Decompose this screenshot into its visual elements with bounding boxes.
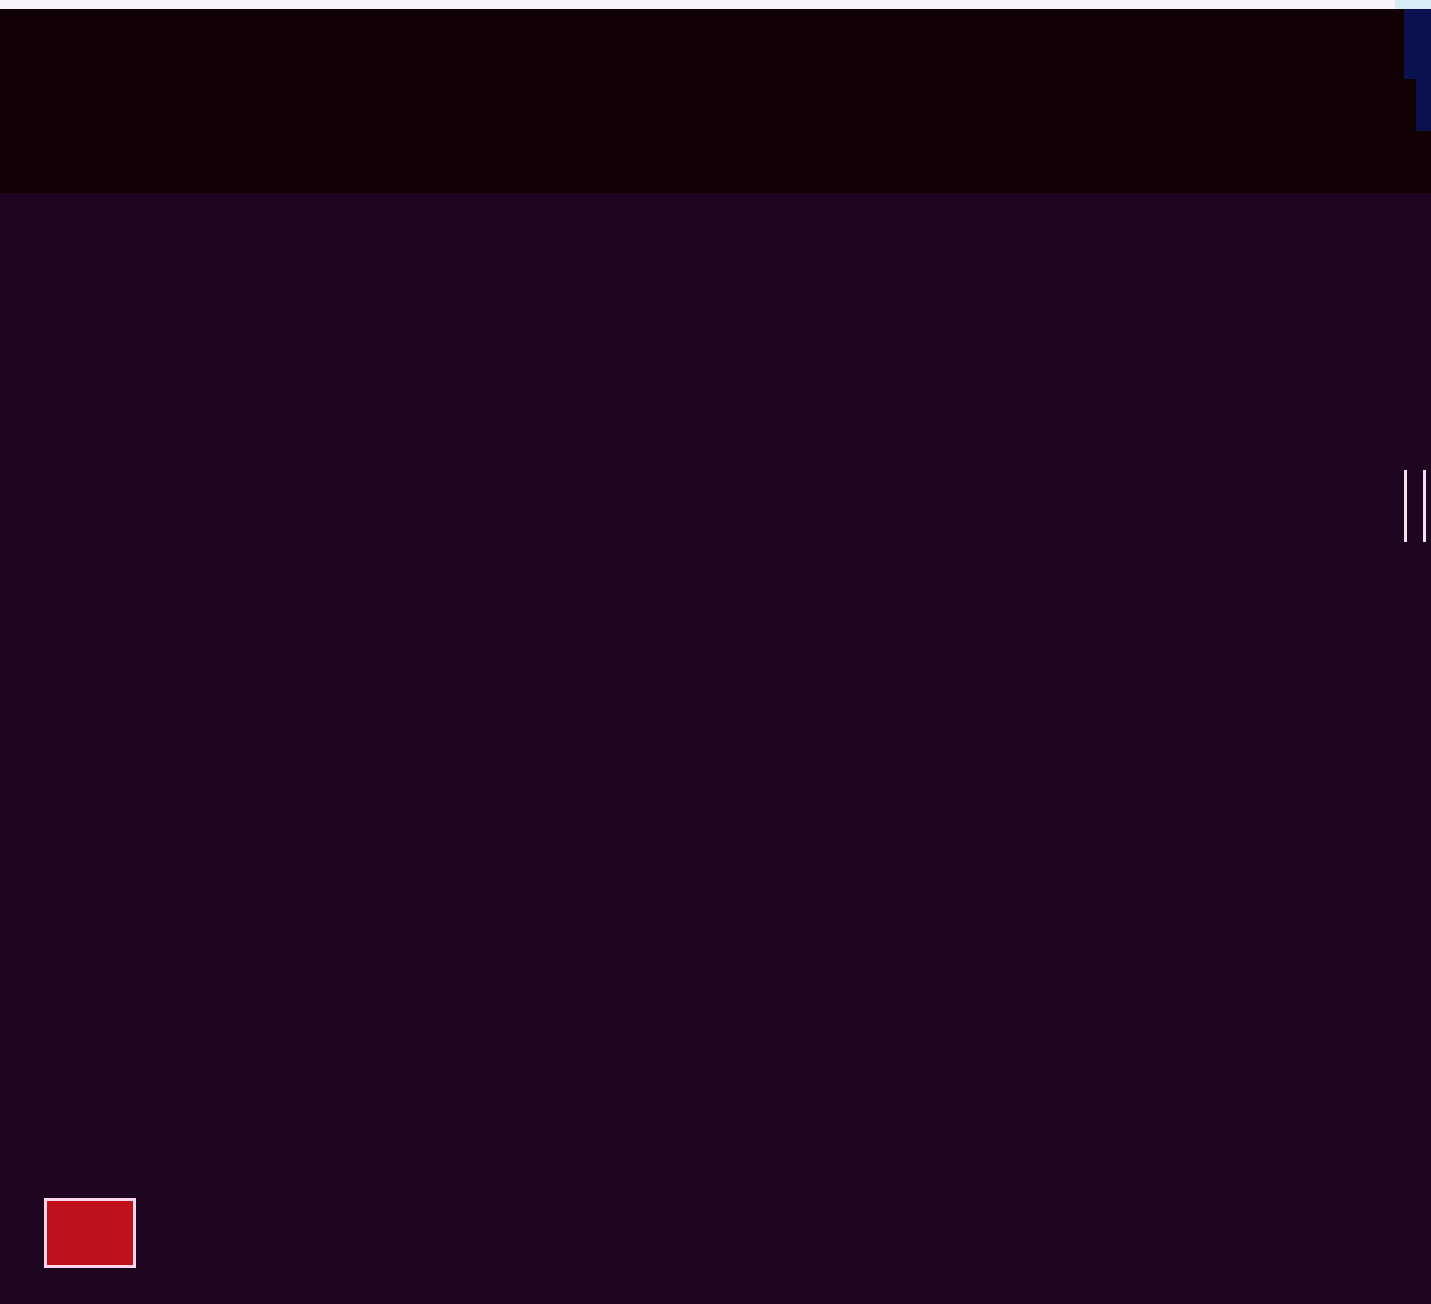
logo-mark-icon [44,1198,136,1268]
brand-logo [44,1198,524,1268]
window-top-corner [1395,0,1431,9]
scrollbar[interactable] [1404,9,1431,131]
scrollbar-thumb[interactable] [1404,9,1431,79]
scrollbar-track[interactable] [1416,79,1431,131]
side-bracket-marker [1404,470,1426,542]
window-top-bar [0,0,1431,9]
header-panel [0,9,1431,193]
